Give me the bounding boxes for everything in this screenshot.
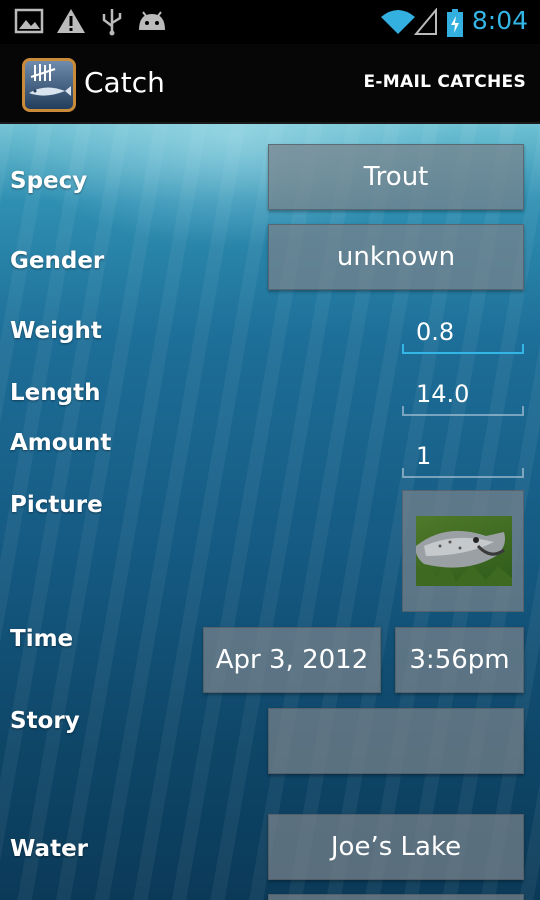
gender-label: Gender xyxy=(10,248,105,274)
warning-icon xyxy=(56,8,86,38)
gender-selector[interactable]: unknown xyxy=(268,224,524,290)
app-logo-icon[interactable] xyxy=(22,58,76,112)
weight-label: Weight xyxy=(10,318,102,344)
story-button[interactable] xyxy=(268,708,524,774)
picture-label: Picture xyxy=(10,492,103,518)
time-picker-button[interactable]: 3:56pm xyxy=(395,627,524,693)
weight-input[interactable]: 0.8 xyxy=(402,304,524,354)
status-bar: 8:04 xyxy=(0,0,540,44)
next-field-button-partial[interactable] xyxy=(268,894,524,900)
picture-button[interactable] xyxy=(402,490,524,612)
signal-icon xyxy=(413,7,438,40)
wifi-icon xyxy=(380,8,416,40)
usb-icon xyxy=(100,8,124,40)
email-catches-button[interactable]: E-MAIL CATCHES xyxy=(364,72,527,92)
image-icon xyxy=(14,8,44,38)
page-title: Catch xyxy=(84,66,165,99)
action-bar: Catch E-MAIL CATCHES xyxy=(0,44,540,124)
amount-label: Amount xyxy=(10,430,112,456)
status-time: 8:04 xyxy=(471,6,528,35)
specy-label: Specy xyxy=(10,168,88,194)
fish-photo-thumbnail xyxy=(416,516,512,586)
story-label: Story xyxy=(10,708,80,734)
catch-form: Specy Trout Gender unknown Weight 0.8 Le… xyxy=(0,124,540,900)
amount-input[interactable]: 1 xyxy=(402,428,524,478)
battery-charging-icon xyxy=(446,8,464,42)
specy-selector[interactable]: Trout xyxy=(268,144,524,210)
water-selector[interactable]: Joe’s Lake xyxy=(268,814,524,880)
time-label: Time xyxy=(10,626,74,652)
length-input[interactable]: 14.0 xyxy=(402,366,524,416)
android-icon xyxy=(136,8,168,38)
length-label: Length xyxy=(10,380,101,406)
date-picker-button[interactable]: Apr 3, 2012 xyxy=(203,627,381,693)
water-label: Water xyxy=(10,836,89,862)
